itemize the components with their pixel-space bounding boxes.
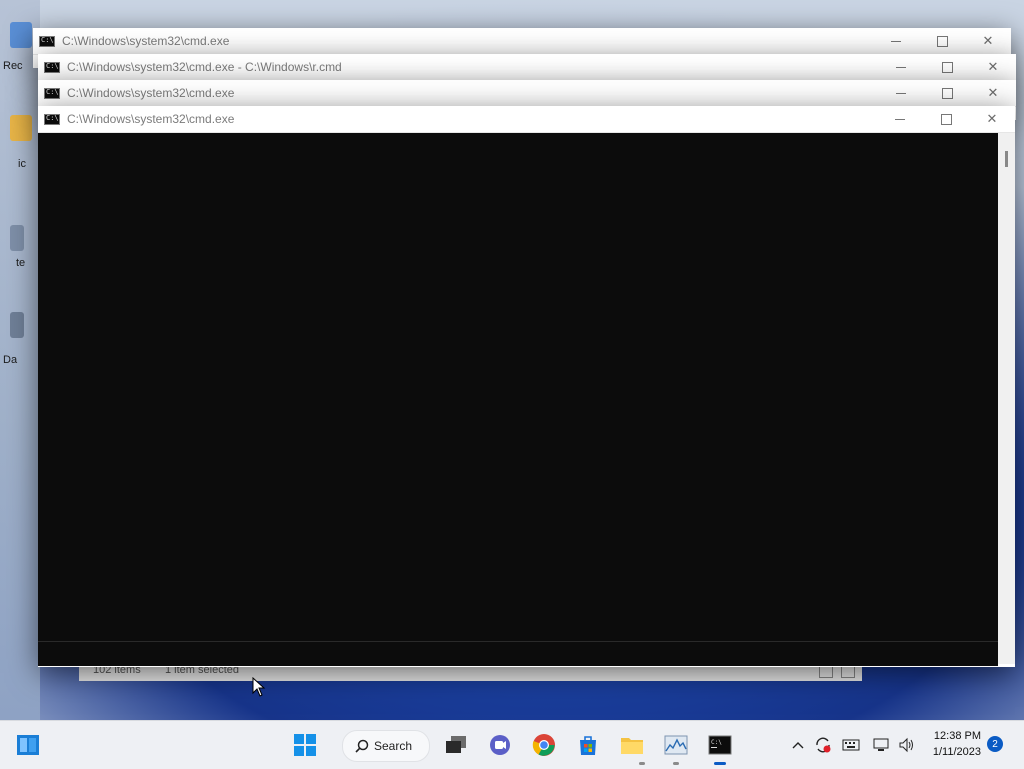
search-icon xyxy=(355,739,369,753)
desktop-icon-label: Da xyxy=(3,354,18,366)
sync-icon[interactable] xyxy=(812,729,834,761)
minimize-button[interactable] xyxy=(878,80,924,106)
title-bar[interactable]: C:\Windows\system32\cmd.exe ✕ xyxy=(38,106,1015,133)
title-bar[interactable]: C:\Windows\system32\cmd.exe ✕ xyxy=(33,28,1011,55)
cmd-icon xyxy=(44,87,60,99)
window-title: C:\Windows\system32\cmd.exe xyxy=(67,86,235,100)
minimize-button[interactable] xyxy=(873,28,919,54)
window-title: C:\Windows\system32\cmd.exe xyxy=(67,112,235,126)
console-bottom-area xyxy=(38,641,998,666)
recycle-bin-icon[interactable] xyxy=(10,22,32,48)
notification-badge[interactable]: 2 xyxy=(987,736,1003,752)
task-view-icon[interactable] xyxy=(440,729,472,761)
svg-text:C:\: C:\ xyxy=(711,739,722,746)
maximize-button[interactable] xyxy=(923,106,969,132)
desktop-icon-label: te xyxy=(16,257,26,269)
title-bar[interactable]: C:\Windows\system32\cmd.exe - C:\Windows… xyxy=(38,54,1016,81)
maximize-button[interactable] xyxy=(919,28,965,54)
clock-time[interactable]: 12:38 PM xyxy=(921,730,981,742)
close-button[interactable]: ✕ xyxy=(970,80,1016,106)
minimize-button[interactable] xyxy=(877,106,923,132)
clock-date[interactable]: 1/11/2023 xyxy=(921,746,981,758)
console-output[interactable] xyxy=(38,133,998,664)
running-indicator xyxy=(673,762,679,765)
window-title: C:\Windows\system32\cmd.exe - C:\Windows… xyxy=(67,60,342,74)
cmd-icon xyxy=(39,35,55,47)
chevron-up-icon[interactable] xyxy=(788,729,808,761)
terminal-icon[interactable]: C:\ xyxy=(704,729,736,761)
network-icon[interactable] xyxy=(870,729,892,761)
cmd-window-active[interactable]: C:\Windows\system32\cmd.exe ✕ xyxy=(38,106,1015,667)
close-button[interactable]: ✕ xyxy=(970,54,1016,80)
search-label: Search xyxy=(374,739,413,753)
scrollbar-thumb[interactable] xyxy=(1005,151,1008,167)
maximize-button[interactable] xyxy=(924,80,970,106)
minimize-button[interactable] xyxy=(878,54,924,80)
close-button[interactable]: ✕ xyxy=(969,106,1015,132)
chrome-icon[interactable] xyxy=(528,729,560,761)
taskbar: Search C:\ 12:38 PM 1/11/2023 xyxy=(0,720,1024,769)
desktop-icon-label: Rec xyxy=(3,60,23,72)
keyboard-icon[interactable] xyxy=(840,729,862,761)
vertical-scrollbar[interactable] xyxy=(998,133,1015,664)
window-title: C:\Windows\system32\cmd.exe xyxy=(62,34,230,48)
maximize-button[interactable] xyxy=(924,54,970,80)
volume-icon[interactable] xyxy=(896,729,918,761)
store-icon[interactable] xyxy=(572,729,604,761)
start-icon[interactable] xyxy=(289,729,321,761)
file-explorer-icon[interactable] xyxy=(616,729,648,761)
title-bar[interactable]: C:\Windows\system32\cmd.exe ✕ xyxy=(38,80,1016,107)
active-indicator xyxy=(714,762,726,765)
cmd-icon xyxy=(44,61,60,73)
folder-icon[interactable] xyxy=(10,115,32,141)
performance-monitor-icon[interactable] xyxy=(660,729,692,761)
file-icon[interactable] xyxy=(10,225,24,251)
chat-icon[interactable] xyxy=(484,729,516,761)
file-icon[interactable] xyxy=(10,312,24,338)
cmd-icon xyxy=(44,113,60,125)
widgets-icon[interactable] xyxy=(12,729,44,761)
close-button[interactable]: ✕ xyxy=(965,28,1011,54)
desktop-icon-label: ic xyxy=(18,158,26,170)
running-indicator xyxy=(639,762,645,765)
mouse-cursor-icon xyxy=(252,677,266,697)
search-button[interactable]: Search xyxy=(342,730,430,762)
